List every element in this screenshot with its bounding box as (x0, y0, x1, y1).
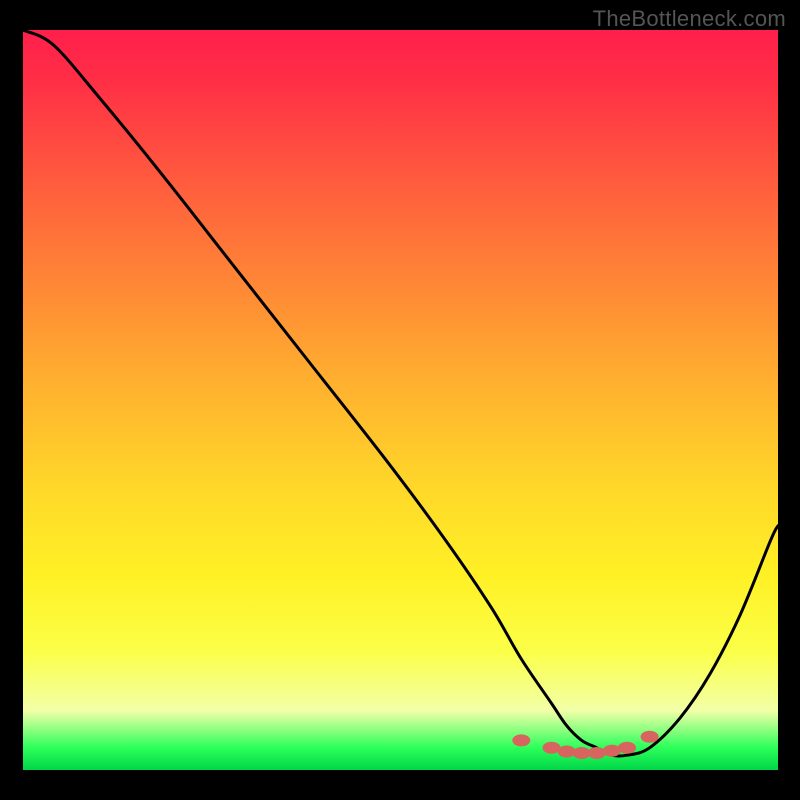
trough-marker (573, 747, 591, 759)
watermark-text: TheBottleneck.com (593, 6, 786, 32)
trough-marker (618, 742, 636, 754)
trough-marker (512, 734, 530, 746)
trough-marker (641, 731, 659, 743)
gradient-background (23, 30, 778, 770)
chart-stage: TheBottleneck.com (0, 0, 800, 800)
bottleneck-curve (23, 30, 778, 770)
trough-marker (588, 747, 606, 759)
trough-marker (543, 742, 561, 754)
trough-marker (558, 746, 576, 758)
trough-marker (603, 745, 621, 757)
